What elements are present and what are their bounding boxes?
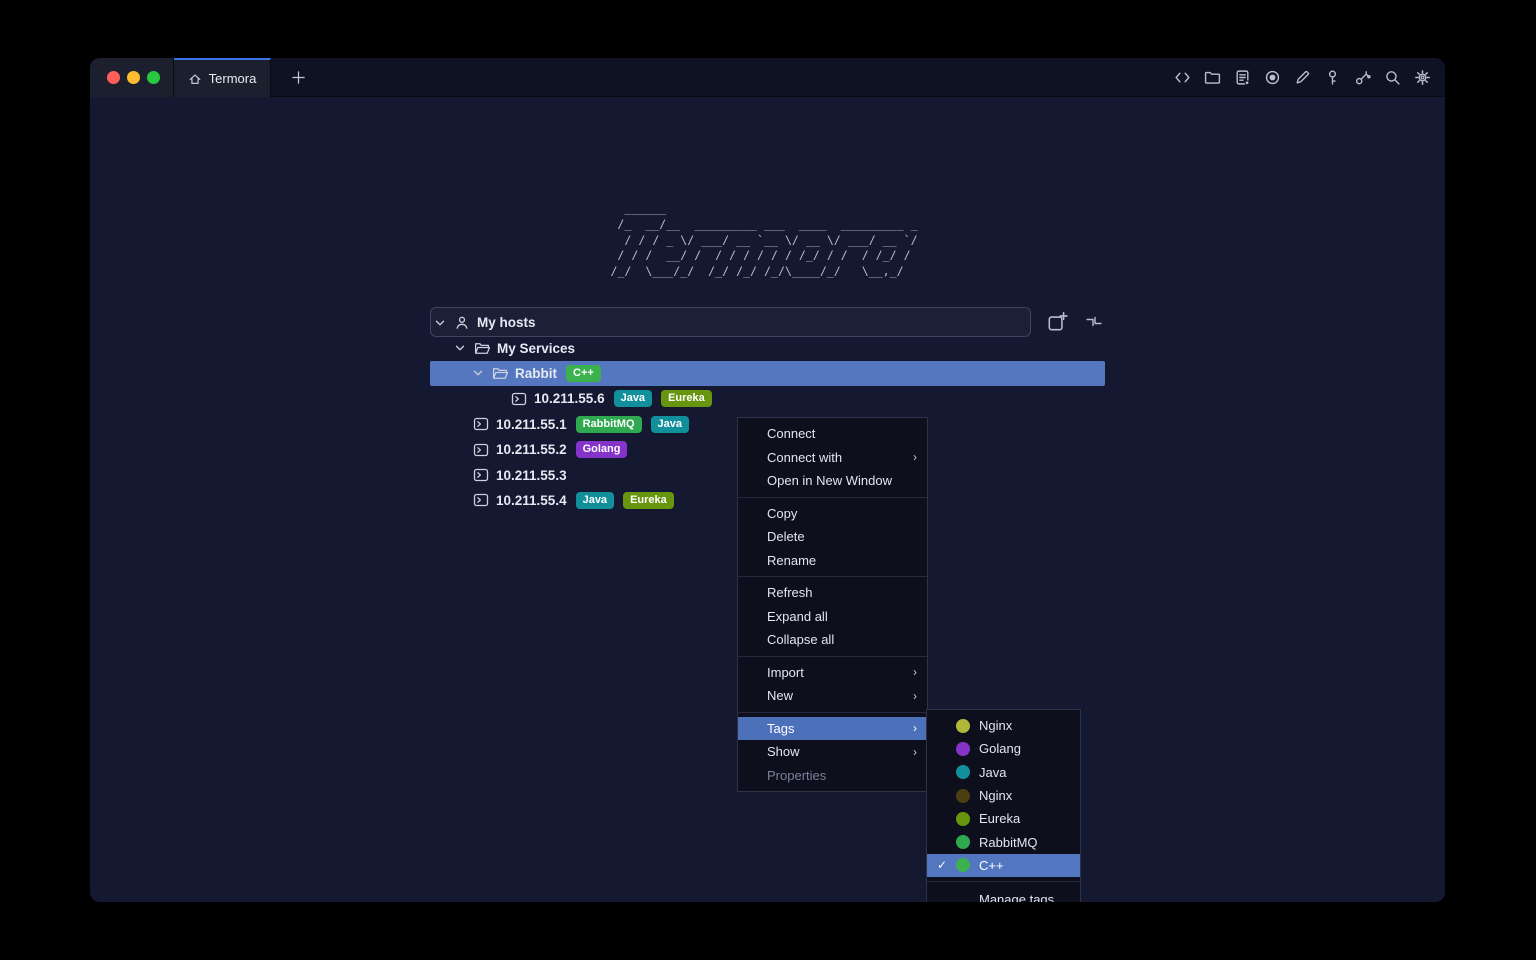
folder-open-icon: [474, 340, 491, 357]
menu-separator: [738, 497, 927, 498]
terminal-host-icon: [473, 467, 490, 483]
tree-label: 10.211.55.4: [496, 493, 567, 508]
tag-item-java[interactable]: Java: [927, 761, 1080, 784]
tag-color-dot: [956, 719, 970, 733]
folder-open-icon: [492, 365, 509, 382]
menu-item-connect-with[interactable]: Connect with›: [738, 446, 927, 470]
menu-item-rename[interactable]: Rename: [738, 549, 927, 573]
menu-separator: [738, 712, 927, 713]
tag-color-dot: [956, 812, 970, 826]
zoom-button[interactable]: [147, 71, 160, 84]
menu-item-connect[interactable]: Connect: [738, 422, 927, 446]
main-content: ______ /_ __/__ _________ ___ ____ _____…: [90, 97, 1445, 901]
chevron-down-icon[interactable]: [434, 317, 446, 329]
submenu-arrow-icon: ›: [913, 721, 917, 735]
tag-badge: Java: [576, 492, 614, 509]
tag-color-dot: [956, 835, 970, 849]
menu-item-refresh[interactable]: Refresh: [738, 581, 927, 605]
tree-label: 10.211.55.6: [534, 391, 605, 406]
search-icon[interactable]: [1383, 69, 1401, 87]
tag-color-dot: [956, 742, 970, 756]
tree-label: 10.211.55.1: [496, 417, 567, 432]
tag-item-golang[interactable]: Golang: [927, 737, 1080, 760]
code-icon[interactable]: [1173, 69, 1191, 87]
tree-label: Rabbit: [515, 366, 557, 381]
menu-item-import[interactable]: Import›: [738, 661, 927, 685]
menu-item-properties: Properties: [738, 764, 927, 788]
submenu-arrow-icon: ›: [913, 450, 917, 464]
chevron-down-icon[interactable]: [472, 367, 484, 379]
menu-separator: [738, 656, 927, 657]
home-icon: [188, 72, 202, 86]
tag-badge: Golang: [576, 441, 628, 458]
log-icon[interactable]: [1233, 69, 1251, 87]
menu-item-show[interactable]: Show›: [738, 740, 927, 764]
terminal-host-icon: [473, 442, 490, 458]
menu-item-tags[interactable]: Tags›: [738, 717, 927, 741]
titlebar: Termora: [90, 58, 1445, 97]
menu-separator: [738, 576, 927, 577]
submenu-arrow-icon: ›: [913, 665, 917, 679]
tag-badge: RabbitMQ: [576, 416, 642, 433]
tree-label: 10.211.55.3: [496, 468, 567, 483]
tag-item-nginx[interactable]: Nginx: [927, 714, 1080, 737]
tree-row-my-hosts[interactable]: My hosts: [430, 310, 1105, 335]
tab-termora[interactable]: Termora: [174, 58, 271, 97]
terminal-host-icon: [473, 492, 490, 508]
minimize-button[interactable]: [127, 71, 140, 84]
context-menu: Connect Connect with› Open in New Window…: [737, 417, 928, 792]
edit-icon[interactable]: [1293, 69, 1311, 87]
menu-item-new[interactable]: New›: [738, 684, 927, 708]
menu-separator: [927, 881, 1080, 882]
tree-row-rabbit[interactable]: Rabbit C++: [430, 361, 1105, 386]
folder-icon[interactable]: [1203, 69, 1221, 87]
menu-item-delete[interactable]: Delete: [738, 525, 927, 549]
tag-badge: Eureka: [661, 390, 712, 407]
ascii-logo: ______ /_ __/__ _________ ___ ____ _____…: [610, 201, 924, 280]
titlebar-actions: [1173, 58, 1431, 97]
tag-item-rabbitmq[interactable]: RabbitMQ: [927, 830, 1080, 853]
tree-label: My hosts: [477, 315, 536, 330]
tag-color-dot: [956, 765, 970, 779]
user-icon: [454, 315, 471, 331]
chevron-down-icon[interactable]: [454, 342, 466, 354]
tree-row-host[interactable]: 10.211.55.6 Java Eureka: [430, 386, 1105, 411]
close-button[interactable]: [107, 71, 120, 84]
terminal-host-icon: [473, 416, 490, 432]
tag-item-cpp[interactable]: ✓ C++: [927, 854, 1080, 877]
settings-gear-icon[interactable]: [1413, 69, 1431, 87]
tag-badge: Eureka: [623, 492, 674, 509]
traffic-lights: [90, 58, 174, 97]
tags-submenu: Nginx Golang Java Nginx: [926, 709, 1081, 902]
tag-item-eureka[interactable]: Eureka: [927, 807, 1080, 830]
menu-item-copy[interactable]: Copy: [738, 502, 927, 526]
menu-item-collapse-all[interactable]: Collapse all: [738, 628, 927, 652]
desktop: Termora: [0, 0, 1536, 960]
keychain-icon[interactable]: [1353, 69, 1371, 87]
new-tab-button[interactable]: [278, 58, 318, 97]
terminal-host-icon: [511, 391, 528, 407]
tab-label: Termora: [209, 71, 257, 86]
tag-badge: Java: [614, 390, 652, 407]
submenu-arrow-icon: ›: [913, 745, 917, 759]
tree-row-my-services[interactable]: My Services: [430, 335, 1105, 360]
tag-badge: C++: [566, 365, 601, 382]
submenu-arrow-icon: ›: [913, 689, 917, 703]
key-icon[interactable]: [1323, 69, 1341, 87]
tag-badge: Java: [651, 416, 689, 433]
manage-tags-item[interactable]: Manage tags: [927, 886, 1080, 902]
tree-label: My Services: [497, 341, 575, 356]
tree-label: 10.211.55.2: [496, 442, 567, 457]
checkmark-icon: ✓: [935, 858, 949, 872]
tag-color-dot: [956, 858, 970, 872]
tag-item-nginx-2[interactable]: Nginx: [927, 784, 1080, 807]
record-icon[interactable]: [1263, 69, 1281, 87]
tag-color-dot: [956, 789, 970, 803]
menu-item-expand-all[interactable]: Expand all: [738, 605, 927, 629]
menu-item-open-in-new-window[interactable]: Open in New Window: [738, 469, 927, 493]
termora-window: Termora: [90, 58, 1445, 902]
